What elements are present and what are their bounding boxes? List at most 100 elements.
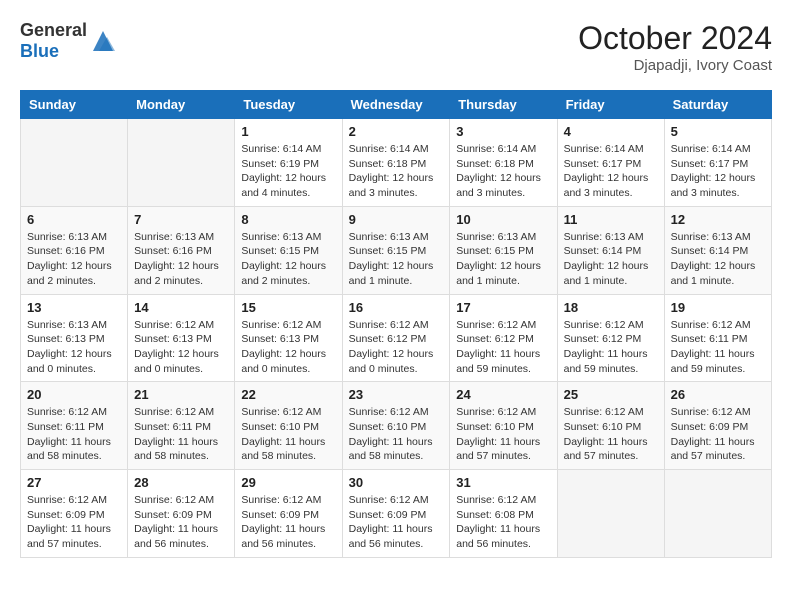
calendar-cell (664, 470, 771, 558)
header-friday: Friday (557, 91, 664, 119)
calendar-week-row: 20 Sunrise: 6:12 AM Sunset: 6:11 PM Dayli… (21, 382, 772, 470)
day-number: 30 (349, 475, 444, 490)
calendar-week-row: 27 Sunrise: 6:12 AM Sunset: 6:09 PM Dayli… (21, 470, 772, 558)
day-number: 8 (241, 212, 335, 227)
calendar-cell: 25 Sunrise: 6:12 AM Sunset: 6:10 PM Dayli… (557, 382, 664, 470)
logo-text: General Blue (20, 20, 87, 62)
day-number: 9 (349, 212, 444, 227)
day-number: 21 (134, 387, 228, 402)
calendar-cell: 21 Sunrise: 6:12 AM Sunset: 6:11 PM Dayli… (128, 382, 235, 470)
calendar-cell: 2Sunrise: 6:14 AM Sunset: 6:18 PM Daylig… (342, 119, 450, 207)
calendar-cell: 15Sunrise: 6:12 AM Sunset: 6:13 PM Dayli… (235, 294, 342, 382)
day-number: 25 (564, 387, 658, 402)
day-number: 7 (134, 212, 228, 227)
calendar-cell: 16 Sunrise: 6:12 AM Sunset: 6:12 PM Dayli… (342, 294, 450, 382)
calendar-week-row: 1 Sunrise: 6:14 AM Sunset: 6:19 PM Daylig… (21, 119, 772, 207)
day-number: 1 (241, 124, 335, 139)
calendar-cell: 6Sunrise: 6:13 AM Sunset: 6:16 PM Daylig… (21, 206, 128, 294)
day-info: Sunrise: 6:12 AM Sunset: 6:10 PM Dayligh… (241, 405, 335, 464)
day-info: Sunrise: 6:12 AM Sunset: 6:12 PM Dayligh… (349, 318, 444, 377)
day-number: 28 (134, 475, 228, 490)
day-number: 13 (27, 300, 121, 315)
day-number: 18 (564, 300, 658, 315)
calendar-cell: 24 Sunrise: 6:12 AM Sunset: 6:10 PM Dayli… (450, 382, 557, 470)
day-number: 17 (456, 300, 550, 315)
day-info: Sunrise: 6:13 AM Sunset: 6:13 PM Dayligh… (27, 318, 121, 377)
logo-blue: Blue (20, 41, 59, 61)
day-number: 22 (241, 387, 335, 402)
day-number: 23 (349, 387, 444, 402)
day-info: Sunrise: 6:13 AM Sunset: 6:16 PM Dayligh… (134, 230, 228, 289)
day-info: Sunrise: 6:13 AM Sunset: 6:14 PM Dayligh… (671, 230, 765, 289)
day-info: Sunrise: 6:12 AM Sunset: 6:12 PM Dayligh… (564, 318, 658, 377)
calendar-cell: 7 Sunrise: 6:13 AM Sunset: 6:16 PM Daylig… (128, 206, 235, 294)
day-info: Sunrise: 6:12 AM Sunset: 6:09 PM Dayligh… (671, 405, 765, 464)
header-wednesday: Wednesday (342, 91, 450, 119)
day-info: Sunrise: 6:12 AM Sunset: 6:08 PM Dayligh… (456, 493, 550, 552)
day-number: 6 (27, 212, 121, 227)
calendar-table: SundayMondayTuesdayWednesdayThursdayFrid… (20, 90, 772, 558)
header-sunday: Sunday (21, 91, 128, 119)
day-number: 12 (671, 212, 765, 227)
calendar-cell: 30 Sunrise: 6:12 AM Sunset: 6:09 PM Dayli… (342, 470, 450, 558)
logo-general: General (20, 20, 87, 40)
day-info: Sunrise: 6:12 AM Sunset: 6:10 PM Dayligh… (564, 405, 658, 464)
day-info: Sunrise: 6:14 AM Sunset: 6:17 PM Dayligh… (671, 142, 765, 201)
logo-icon (89, 27, 117, 55)
day-info: Sunrise: 6:12 AM Sunset: 6:12 PM Dayligh… (456, 318, 550, 377)
calendar-cell: 10 Sunrise: 6:13 AM Sunset: 6:15 PM Dayli… (450, 206, 557, 294)
day-info: Sunrise: 6:12 AM Sunset: 6:10 PM Dayligh… (456, 405, 550, 464)
calendar-cell: 19Sunrise: 6:12 AM Sunset: 6:11 PM Dayli… (664, 294, 771, 382)
calendar-cell: 1 Sunrise: 6:14 AM Sunset: 6:19 PM Daylig… (235, 119, 342, 207)
day-info: Sunrise: 6:12 AM Sunset: 6:09 PM Dayligh… (349, 493, 444, 552)
header-tuesday: Tuesday (235, 91, 342, 119)
day-number: 3 (456, 124, 550, 139)
calendar-cell (21, 119, 128, 207)
day-number: 19 (671, 300, 765, 315)
calendar-cell: 11Sunrise: 6:13 AM Sunset: 6:14 PM Dayli… (557, 206, 664, 294)
day-info: Sunrise: 6:12 AM Sunset: 6:09 PM Dayligh… (27, 493, 121, 552)
calendar-cell: 20Sunrise: 6:12 AM Sunset: 6:11 PM Dayli… (21, 382, 128, 470)
day-number: 27 (27, 475, 121, 490)
day-info: Sunrise: 6:12 AM Sunset: 6:09 PM Dayligh… (241, 493, 335, 552)
header-monday: Monday (128, 91, 235, 119)
day-number: 29 (241, 475, 335, 490)
day-info: Sunrise: 6:14 AM Sunset: 6:18 PM Dayligh… (349, 142, 444, 201)
day-info: Sunrise: 6:13 AM Sunset: 6:15 PM Dayligh… (349, 230, 444, 289)
calendar-cell: 5 Sunrise: 6:14 AM Sunset: 6:17 PM Daylig… (664, 119, 771, 207)
day-number: 24 (456, 387, 550, 402)
day-info: Sunrise: 6:13 AM Sunset: 6:15 PM Dayligh… (241, 230, 335, 289)
page-header: General Blue October 2024 Djapadji, Ivor… (20, 20, 772, 74)
day-number: 31 (456, 475, 550, 490)
day-info: Sunrise: 6:12 AM Sunset: 6:11 PM Dayligh… (134, 405, 228, 464)
calendar-week-row: 13 Sunrise: 6:13 AM Sunset: 6:13 PM Dayli… (21, 294, 772, 382)
day-info: Sunrise: 6:13 AM Sunset: 6:15 PM Dayligh… (456, 230, 550, 289)
calendar-cell (128, 119, 235, 207)
day-number: 20 (27, 387, 121, 402)
day-info: Sunrise: 6:12 AM Sunset: 6:09 PM Dayligh… (134, 493, 228, 552)
day-number: 10 (456, 212, 550, 227)
day-number: 11 (564, 212, 658, 227)
calendar-cell: 23Sunrise: 6:12 AM Sunset: 6:10 PM Dayli… (342, 382, 450, 470)
calendar-cell: 27 Sunrise: 6:12 AM Sunset: 6:09 PM Dayli… (21, 470, 128, 558)
calendar-cell: 8 Sunrise: 6:13 AM Sunset: 6:15 PM Daylig… (235, 206, 342, 294)
day-info: Sunrise: 6:12 AM Sunset: 6:13 PM Dayligh… (134, 318, 228, 377)
calendar-cell: 31 Sunrise: 6:12 AM Sunset: 6:08 PM Dayli… (450, 470, 557, 558)
header-thursday: Thursday (450, 91, 557, 119)
calendar-cell (557, 470, 664, 558)
day-number: 5 (671, 124, 765, 139)
calendar-cell: 17 Sunrise: 6:12 AM Sunset: 6:12 PM Dayli… (450, 294, 557, 382)
day-number: 16 (349, 300, 444, 315)
calendar-cell: 3Sunrise: 6:14 AM Sunset: 6:18 PM Daylig… (450, 119, 557, 207)
day-info: Sunrise: 6:14 AM Sunset: 6:17 PM Dayligh… (564, 142, 658, 201)
day-number: 26 (671, 387, 765, 402)
day-info: Sunrise: 6:14 AM Sunset: 6:19 PM Dayligh… (241, 142, 335, 201)
calendar-cell: 22 Sunrise: 6:12 AM Sunset: 6:10 PM Dayli… (235, 382, 342, 470)
day-number: 4 (564, 124, 658, 139)
calendar-cell: 28 Sunrise: 6:12 AM Sunset: 6:09 PM Dayli… (128, 470, 235, 558)
logo: General Blue (20, 20, 117, 62)
calendar-header-row: SundayMondayTuesdayWednesdayThursdayFrid… (21, 91, 772, 119)
calendar-cell: 18 Sunrise: 6:12 AM Sunset: 6:12 PM Dayli… (557, 294, 664, 382)
location: Djapadji, Ivory Coast (578, 57, 772, 74)
calendar-week-row: 6 Sunrise: 6:13 AM Sunset: 6:16 PM Daylig… (21, 206, 772, 294)
